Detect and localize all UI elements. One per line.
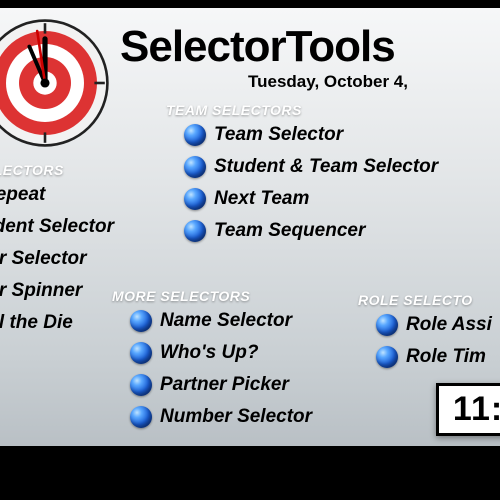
orb-icon (184, 124, 206, 146)
item-team-selector[interactable]: Team Selector (184, 124, 343, 146)
orb-icon (376, 314, 398, 336)
item-roll-die[interactable]: oll the Die (0, 312, 73, 334)
orb-icon (130, 342, 152, 364)
orb-icon (184, 188, 206, 210)
orb-icon (130, 374, 152, 396)
orb-icon (184, 220, 206, 242)
section-heading-team: TEAM SELECTORS (166, 102, 302, 118)
app-title: SelectorTools (120, 22, 395, 72)
item-number-selector[interactable]: Number Selector (130, 406, 312, 428)
item-student-team-selector[interactable]: Student & Team Selector (184, 156, 438, 178)
item-color-spinner[interactable]: lor Spinner (0, 280, 82, 302)
item-whos-up[interactable]: Who's Up? (130, 342, 258, 364)
item-team-sequencer[interactable]: Team Sequencer (184, 220, 365, 242)
item-name-selector[interactable]: Name Selector (130, 310, 292, 332)
item-role-timer[interactable]: Role Tim (376, 346, 486, 368)
item-partner-picker[interactable]: Partner Picker (130, 374, 289, 396)
clock-display: 11:08 (436, 383, 500, 436)
orb-icon (184, 156, 206, 178)
orb-icon (130, 310, 152, 332)
section-heading-role: ROLE SELECTO (358, 292, 473, 308)
item-color-selector[interactable]: lor Selector (0, 248, 87, 270)
section-heading-student: NT SELECTORS (0, 162, 64, 178)
bullseye-clock-icon (0, 18, 110, 148)
current-date: Tuesday, October 4, (248, 72, 408, 92)
item-next-team[interactable]: Next Team (184, 188, 309, 210)
item-role-assign[interactable]: Role Assi (376, 314, 492, 336)
section-heading-more: MORE SELECTORS (112, 288, 250, 304)
item-student-selector[interactable]: udent Selector (0, 216, 114, 238)
main-panel: SelectorTools Tuesday, October 4, NT SEL… (0, 8, 500, 446)
orb-icon (376, 346, 398, 368)
item-repeat[interactable]: Repeat (0, 184, 45, 206)
orb-icon (130, 406, 152, 428)
